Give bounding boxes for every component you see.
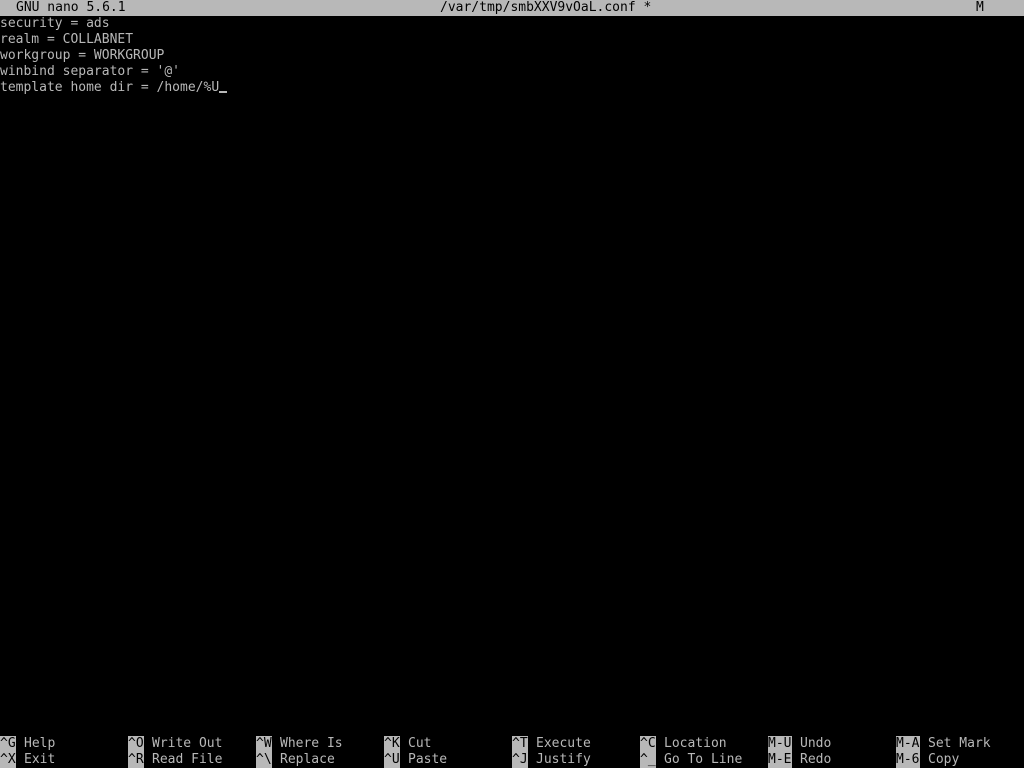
shortcut-label: Read File: [152, 752, 223, 767]
shortcut-key: ^G: [0, 736, 16, 752]
shortcut-write-out[interactable]: ^O Write Out: [128, 736, 222, 752]
editor-line[interactable]: workgroup = WORKGROUP: [0, 48, 1024, 64]
title-bar: GNU nano 5.6.1 /var/tmp/smbXXV9vOaL.conf…: [0, 0, 1024, 16]
editor-line[interactable]: winbind separator = '@': [0, 64, 1024, 80]
shortcut-exit[interactable]: ^X Exit: [0, 752, 55, 768]
shortcut-where-is[interactable]: ^W Where Is: [256, 736, 343, 752]
shortcut-key: ^\: [256, 752, 272, 768]
shortcut-set-mark[interactable]: M-A Set Mark: [896, 736, 991, 752]
shortcut-key: ^O: [128, 736, 144, 752]
shortcut-label: Go To Line: [664, 752, 743, 767]
shortcut-location[interactable]: ^C Location: [640, 736, 727, 752]
editor-area[interactable]: security = ads realm = COLLABNET workgro…: [0, 16, 1024, 736]
shortcut-label: Write Out: [152, 736, 223, 751]
shortcut-key: M-6: [896, 752, 920, 768]
shortcut-label: Execute: [536, 736, 591, 751]
shortcut-go-to-line[interactable]: ^_ Go To Line: [640, 752, 742, 768]
shortcut-label: Exit: [24, 752, 56, 767]
shortcut-help[interactable]: ^G Help: [0, 736, 55, 752]
shortcut-key: ^_: [640, 752, 656, 768]
shortcut-bar: ^G Help ^X Exit ^O Write Out ^R Read File ^W…: [0, 736, 1024, 768]
text-cursor: [219, 91, 228, 93]
shortcut-key: ^J: [512, 752, 528, 768]
editor-line[interactable]: security = ads: [0, 16, 1024, 32]
shortcut-key: M-E: [768, 752, 792, 768]
shortcut-label: Undo: [800, 736, 832, 751]
shortcut-key: ^W: [256, 736, 272, 752]
shortcut-replace[interactable]: ^\ Replace: [256, 752, 335, 768]
shortcut-key: M-A: [896, 736, 920, 752]
shortcut-key: M-U: [768, 736, 792, 752]
shortcut-undo[interactable]: M-U Undo: [768, 736, 831, 752]
shortcut-key: ^T: [512, 736, 528, 752]
shortcut-label: Where Is: [280, 736, 343, 751]
shortcut-key: ^R: [128, 752, 144, 768]
shortcut-key: ^X: [0, 752, 16, 768]
app-name: GNU nano 5.6.1: [16, 0, 126, 15]
shortcut-label: Copy: [928, 752, 960, 767]
shortcut-key: ^K: [384, 736, 400, 752]
shortcut-label: Cut: [408, 736, 432, 751]
shortcut-key: ^C: [640, 736, 656, 752]
file-name: /var/tmp/smbXXV9vOaL.conf *: [440, 0, 652, 15]
shortcut-copy[interactable]: M-6 Copy: [896, 752, 959, 768]
shortcut-cut[interactable]: ^K Cut: [384, 736, 431, 752]
shortcut-label: Paste: [408, 752, 448, 767]
modified-indicator: M: [976, 0, 984, 15]
shortcut-label: Set Mark: [928, 736, 991, 751]
shortcut-key: ^U: [384, 752, 400, 768]
editor-line[interactable]: realm = COLLABNET: [0, 32, 1024, 48]
shortcut-label: Justify: [536, 752, 591, 767]
shortcut-label: Redo: [800, 752, 832, 767]
shortcut-redo[interactable]: M-E Redo: [768, 752, 831, 768]
shortcut-justify[interactable]: ^J Justify: [512, 752, 591, 768]
editor-line[interactable]: template home dir = /home/%U: [0, 80, 1024, 96]
shortcut-execute[interactable]: ^T Execute: [512, 736, 591, 752]
shortcut-label: Replace: [280, 752, 335, 767]
shortcut-paste[interactable]: ^U Paste: [384, 752, 447, 768]
shortcut-label: Location: [664, 736, 727, 751]
shortcut-label: Help: [24, 736, 56, 751]
shortcut-read-file[interactable]: ^R Read File: [128, 752, 222, 768]
